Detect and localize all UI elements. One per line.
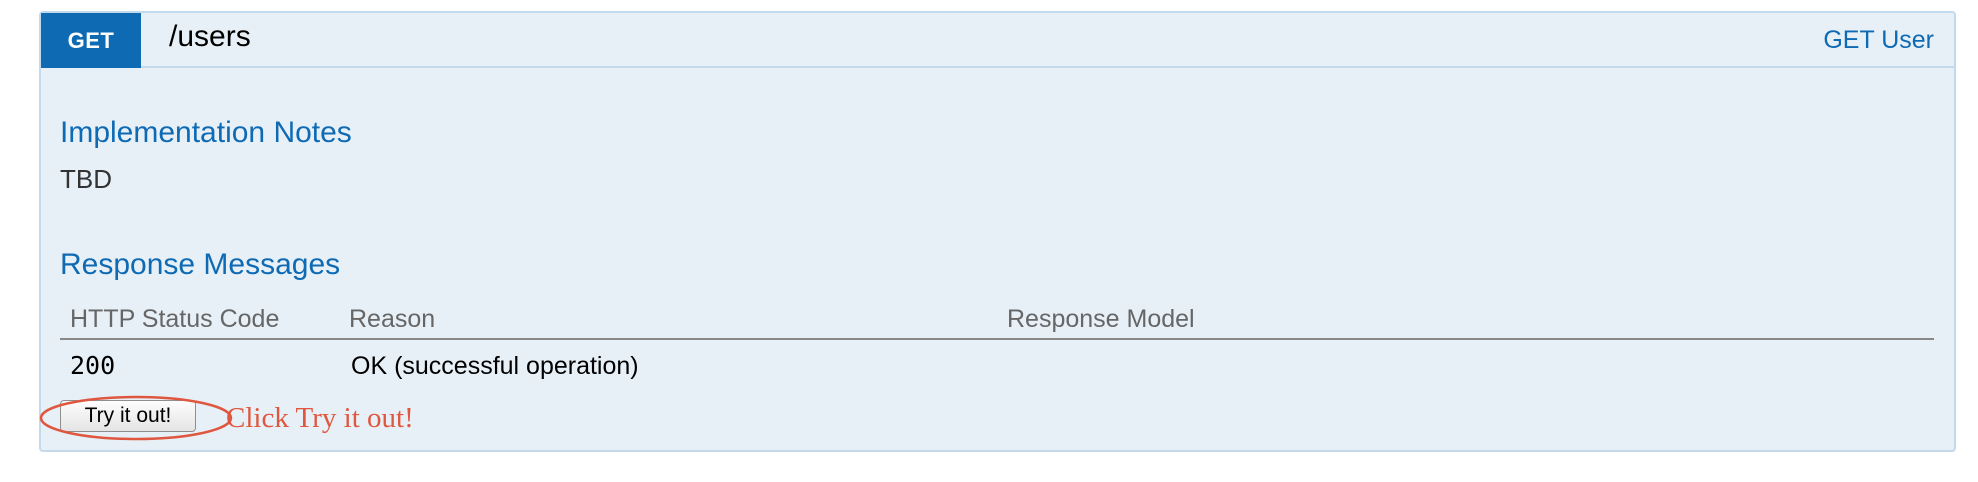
operation-panel: GET /users GET User Implementation Notes…: [39, 11, 1956, 452]
implementation-notes-text: TBD: [60, 164, 112, 194]
column-header-status-code: HTTP Status Code: [70, 305, 280, 333]
column-header-response-model: Response Model: [1007, 305, 1195, 333]
response-messages-heading: Response Messages: [60, 248, 341, 281]
table-row: 200 OK (successful operation): [60, 340, 1934, 392]
column-header-reason: Reason: [349, 305, 436, 333]
status-code-cell: 200: [70, 351, 116, 380]
response-messages-table: HTTP Status Code Reason Response Model 2…: [60, 300, 1934, 392]
operation-header[interactable]: GET /users GET User: [41, 13, 1954, 68]
reason-cell: OK (successful operation): [351, 352, 639, 380]
http-method-badge[interactable]: GET: [41, 13, 141, 68]
annotation-callout-text: Click Try it out!: [226, 402, 414, 434]
try-it-out-button[interactable]: Try it out!: [60, 400, 196, 432]
operation-path[interactable]: /users: [169, 19, 251, 55]
operation-summary-link[interactable]: GET User: [1823, 25, 1934, 55]
table-header-row: HTTP Status Code Reason Response Model: [60, 300, 1934, 340]
implementation-notes-heading: Implementation Notes: [60, 116, 352, 149]
